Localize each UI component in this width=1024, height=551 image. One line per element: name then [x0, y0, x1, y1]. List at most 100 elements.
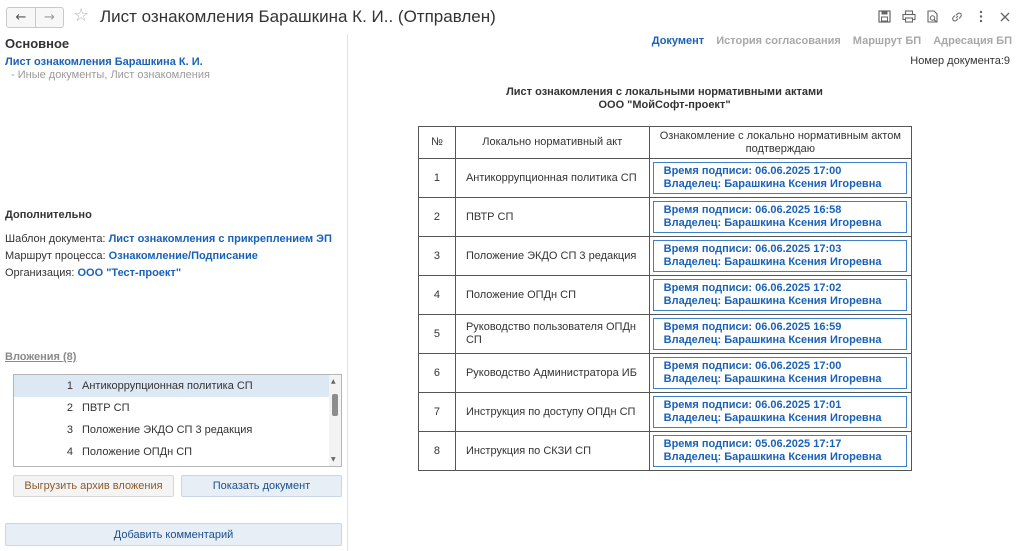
- list-item[interactable]: 3 Положение ЭКДО СП 3 редакция: [14, 419, 341, 441]
- prop-route: Маршрут процесса: Ознакомление/Подписани…: [5, 250, 258, 262]
- list-item[interactable]: 2 ПВТР СП: [14, 397, 341, 419]
- document-heading: Лист ознакомления с локальными нормативн…: [506, 86, 823, 98]
- template-link[interactable]: Лист ознакомления с прикреплением ЭП: [109, 233, 332, 245]
- route-link[interactable]: Ознакомление/Подписание: [109, 250, 258, 262]
- signature-time: Время подписи: 06.06.2025 16:59: [663, 321, 842, 333]
- attachments-title[interactable]: Вложения (8): [5, 351, 76, 363]
- table-row: 6 Руководство Администратора ИБ Время по…: [418, 353, 913, 393]
- signature-stamp: Время подписи: 06.06.2025 17:00 Владелец:…: [652, 162, 907, 194]
- table-header-row: № Локально нормативный акт Ознакомление …: [418, 126, 913, 159]
- act-name: Положение ЭКДО СП 3 редакция: [454, 236, 650, 276]
- left-panel: Основное Лист ознакомления Барашкина К. …: [0, 34, 347, 551]
- signature-cell: Время подписи: 06.06.2025 16:59 Владелец:…: [648, 314, 913, 354]
- signature-cell: Время подписи: 06.06.2025 16:58 Владелец:…: [648, 197, 913, 237]
- item-number: 1: [66, 380, 73, 392]
- list-scrollbar[interactable]: ▲ ▼: [329, 375, 341, 466]
- act-name: ПВТР СП: [454, 197, 650, 237]
- signature-cell: Время подписи: 06.06.2025 17:00 Владелец:…: [648, 353, 913, 393]
- forward-button[interactable]: →: [35, 8, 63, 27]
- act-name: Инструкция по доступу ОПДн СП: [454, 392, 650, 432]
- show-document-button[interactable]: Показать документ: [181, 475, 342, 497]
- row-number: 5: [418, 314, 456, 354]
- act-name: Инструкция по СКЗИ СП: [454, 431, 650, 471]
- signature-time: Время подписи: 06.06.2025 17:00: [663, 165, 842, 177]
- item-number: 3: [66, 424, 73, 436]
- item-name: Положение ЭКДО СП 3 редакция: [82, 424, 253, 436]
- signature-time: Время подписи: 06.06.2025 17:02: [663, 282, 842, 294]
- act-name: Руководство Администратора ИБ: [454, 353, 650, 393]
- signature-stamp: Время подписи: 06.06.2025 16:58 Владелец:…: [652, 201, 907, 233]
- history-nav: ← →: [6, 7, 64, 28]
- save-icon[interactable]: [877, 9, 892, 24]
- item-name: Антикоррупционная политика СП: [82, 380, 253, 392]
- preview-icon[interactable]: [925, 9, 940, 24]
- view-tabs: Документ История согласования Маршрут БП…: [640, 35, 1012, 47]
- signature-owner: Владелец: Барашкина Ксения Игоревна: [663, 295, 882, 307]
- column-header-signature: Ознакомление с локально нормативным акто…: [648, 126, 913, 159]
- tab-document[interactable]: Документ: [652, 35, 704, 47]
- row-number: 8: [418, 431, 456, 471]
- table-row: 1 Антикоррупционная политика СП Время по…: [418, 158, 913, 198]
- signature-stamp: Время подписи: 06.06.2025 17:03 Владелец:…: [652, 240, 907, 272]
- signature-time: Время подписи: 05.06.2025 17:17: [663, 438, 842, 450]
- table-row: 4 Положение ОПДн СП Время подписи: 06.06…: [418, 275, 913, 315]
- act-name: Руководство пользователя ОПДн СП: [454, 314, 650, 354]
- item-name: Положение ОПДн СП: [82, 446, 193, 458]
- row-number: 1: [418, 158, 456, 198]
- column-header-act: Локально нормативный акт: [454, 126, 650, 159]
- item-name: ПВТР СП: [82, 402, 130, 414]
- document-link[interactable]: Лист ознакомления Барашкина К. И.: [5, 56, 203, 68]
- signature-cell: Время подписи: 05.06.2025 17:17 Владелец:…: [648, 431, 913, 471]
- row-number: 7: [418, 392, 456, 432]
- list-item[interactable]: 1 Антикоррупционная политика СП: [14, 375, 341, 397]
- attachments-list[interactable]: 1 Антикоррупционная политика СП 2 ПВТР С…: [13, 374, 342, 467]
- signature-stamp: Время подписи: 06.06.2025 17:01 Владелец:…: [652, 396, 907, 428]
- row-number: 3: [418, 236, 456, 276]
- prop-template: Шаблон документа: Лист ознакомления с пр…: [5, 233, 332, 245]
- scroll-down-icon[interactable]: ▼: [331, 456, 336, 463]
- signature-time: Время подписи: 06.06.2025 16:58: [663, 204, 842, 216]
- favorite-star-icon[interactable]: ☆: [73, 6, 89, 26]
- export-archive-button[interactable]: Выгрузить архив вложения: [13, 475, 174, 497]
- tab-approval-history[interactable]: История согласования: [716, 35, 841, 47]
- act-name: Антикоррупционная политика СП: [454, 158, 650, 198]
- panel-divider: [347, 34, 348, 551]
- scrollbar-thumb[interactable]: [332, 394, 338, 416]
- more-icon[interactable]: [973, 9, 988, 24]
- organization-link[interactable]: ООО "Тест-проект": [77, 267, 181, 279]
- add-comment-button[interactable]: Добавить комментарий: [5, 523, 342, 546]
- table-row: 7 Инструкция по доступу ОПДн СП Время по…: [418, 392, 913, 432]
- prop-label: Шаблон документа:: [5, 233, 106, 245]
- tab-process-route[interactable]: Маршрут БП: [853, 35, 921, 47]
- print-icon[interactable]: [901, 9, 916, 24]
- row-number: 6: [418, 353, 456, 393]
- acts-table: № Локально нормативный акт Ознакомление …: [418, 126, 913, 471]
- signature-stamp: Время подписи: 06.06.2025 17:00 Владелец:…: [652, 357, 907, 389]
- signature-cell: Время подписи: 06.06.2025 17:03 Владелец:…: [648, 236, 913, 276]
- signature-stamp: Время подписи: 06.06.2025 16:59 Владелец:…: [652, 318, 907, 350]
- signature-owner: Владелец: Барашкина Ксения Игоревна: [663, 412, 882, 424]
- window-title: Лист ознакомления Барашкина К. И.. (Отпр…: [100, 7, 496, 26]
- signature-stamp: Время подписи: 05.06.2025 17:17 Владелец:…: [652, 435, 907, 467]
- column-header-number: №: [418, 126, 456, 159]
- scroll-up-icon[interactable]: ▲: [331, 378, 336, 385]
- list-item[interactable]: 4 Положение ОПДн СП: [14, 441, 341, 463]
- table-row: 3 Положение ЭКДО СП 3 редакция Время под…: [418, 236, 913, 276]
- signature-cell: Время подписи: 06.06.2025 17:02 Владелец:…: [648, 275, 913, 315]
- back-button[interactable]: ←: [7, 8, 35, 27]
- signature-cell: Время подписи: 06.06.2025 17:01 Владелец:…: [648, 392, 913, 432]
- close-icon[interactable]: [997, 9, 1012, 24]
- document-number: Номер документа:9: [910, 55, 1010, 67]
- act-name: Положение ОПДн СП: [454, 275, 650, 315]
- title-bar: ← → ☆ Лист ознакомления Барашкина К. И..…: [0, 0, 1024, 34]
- signature-owner: Владелец: Барашкина Ксения Игоревна: [663, 373, 882, 385]
- arrow-right-icon: →: [44, 10, 55, 25]
- row-number: 2: [418, 197, 456, 237]
- toolbar-icons: [877, 9, 1012, 24]
- link-icon[interactable]: [949, 9, 964, 24]
- signature-owner: Владелец: Барашкина Ксения Игоревна: [663, 256, 882, 268]
- main-section-title: Основное: [5, 36, 70, 51]
- signature-time: Время подписи: 06.06.2025 17:03: [663, 243, 842, 255]
- signature-owner: Владелец: Барашкина Ксения Игоревна: [663, 178, 882, 190]
- tab-process-addressing[interactable]: Адресация БП: [933, 35, 1012, 47]
